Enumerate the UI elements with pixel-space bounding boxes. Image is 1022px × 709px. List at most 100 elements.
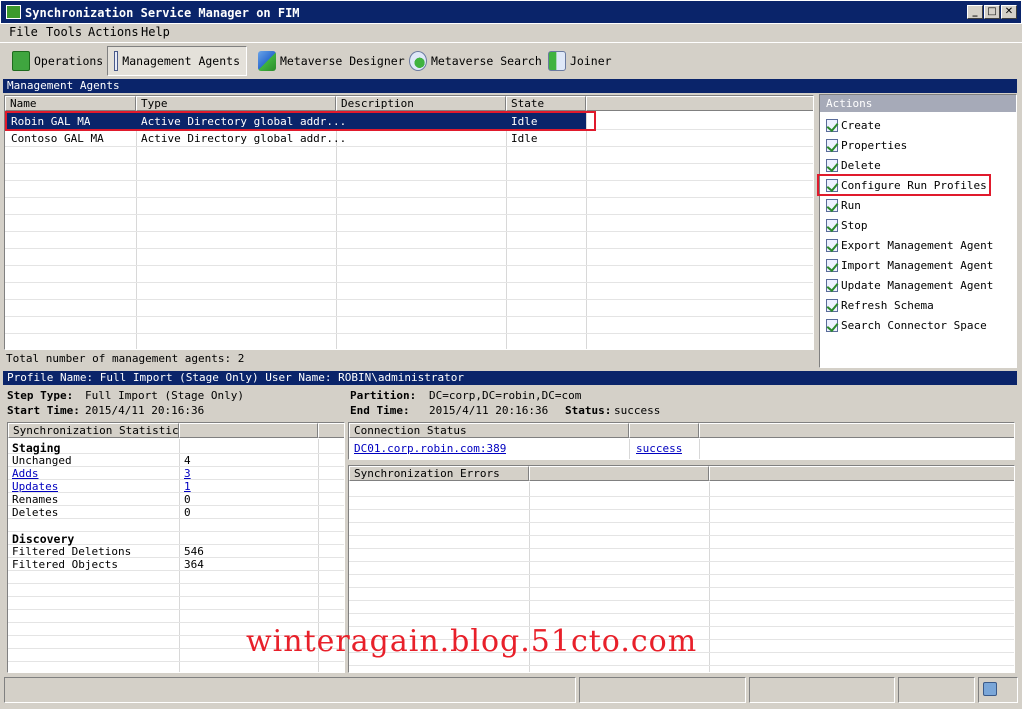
operations-label: Operations bbox=[34, 54, 104, 68]
action-refresh-schema[interactable]: Refresh Schema bbox=[826, 296, 934, 314]
column-header-description[interactable]: Description bbox=[336, 96, 506, 111]
operations-button[interactable]: Operations bbox=[6, 46, 109, 76]
grid-row-line bbox=[349, 522, 1014, 523]
total-agents-label: Total number of management agents: 2 bbox=[6, 352, 245, 365]
action-delete[interactable]: Delete bbox=[826, 156, 881, 174]
action-label: Delete bbox=[841, 158, 881, 172]
connection-status-header: Connection Status bbox=[349, 423, 629, 438]
menu-help[interactable]: Help bbox=[141, 25, 170, 39]
profile-strip: Profile Name: Full Import (Stage Only) U… bbox=[3, 371, 1017, 385]
sync-stats-header-col2 bbox=[179, 423, 318, 438]
section-title: Discovery bbox=[12, 532, 75, 546]
task-check-icon bbox=[826, 138, 838, 152]
column-header-name[interactable]: Name bbox=[5, 96, 136, 111]
task-check-icon bbox=[826, 298, 838, 312]
action-label: Properties bbox=[841, 138, 908, 152]
metaverse-search-button[interactable]: Metaverse Search bbox=[403, 46, 548, 76]
grid-row-line bbox=[8, 583, 344, 584]
stat-value: 4 bbox=[184, 454, 191, 467]
grid-row-line bbox=[349, 535, 1014, 536]
metaverse-designer-button[interactable]: Metaverse Designer bbox=[252, 46, 411, 76]
menu-tools[interactable]: Tools bbox=[46, 25, 82, 39]
action-create[interactable]: Create bbox=[826, 116, 881, 134]
maximize-button[interactable]: □ bbox=[984, 5, 1000, 19]
grid-row-line bbox=[8, 596, 344, 597]
stat-value: 364 bbox=[184, 558, 204, 571]
status-pane-5 bbox=[978, 677, 1018, 703]
grid-line bbox=[179, 439, 180, 672]
grid-row-line bbox=[8, 661, 344, 662]
grid-row-line bbox=[5, 197, 813, 198]
management-agents-grid[interactable]: Name Type Description State Robin GAL MA… bbox=[4, 95, 814, 350]
management-agents-header: Management Agents bbox=[3, 79, 1017, 93]
task-check-icon bbox=[826, 218, 838, 232]
end-time-label: End Time: bbox=[350, 404, 410, 417]
stat-value[interactable]: 1 bbox=[184, 480, 191, 493]
stat-label: Filtered Objects bbox=[12, 558, 118, 571]
grid-row-line bbox=[8, 622, 344, 623]
cell-state: Idle bbox=[511, 132, 538, 145]
sync-stats-header: Synchronization Statistics bbox=[8, 423, 179, 438]
status-pane-3 bbox=[749, 677, 895, 703]
status-label: Status: bbox=[565, 404, 612, 417]
selection-highlight-box bbox=[5, 111, 596, 131]
connection-server-link[interactable]: DC01.corp.robin.com:389 bbox=[354, 442, 506, 455]
action-stop[interactable]: Stop bbox=[826, 216, 868, 234]
section-title: Staging bbox=[12, 441, 61, 455]
actions-panel: Actions Create Properties Delete Configure … bbox=[817, 94, 1017, 368]
column-header-filler bbox=[586, 96, 813, 111]
grid-row-line bbox=[5, 163, 813, 164]
joiner-button[interactable]: Joiner bbox=[542, 46, 618, 76]
status-pane-1 bbox=[4, 677, 576, 703]
joiner-icon bbox=[548, 51, 566, 71]
action-import-management-agent[interactable]: Import Management Agent bbox=[826, 256, 993, 274]
grid-row-line bbox=[5, 333, 813, 334]
partition-value: DC=corp,DC=robin,DC=com bbox=[429, 389, 582, 402]
grid-row-line bbox=[5, 282, 813, 283]
stat-value[interactable]: 3 bbox=[184, 467, 191, 480]
grid-row-line bbox=[349, 665, 1014, 666]
actions-header: Actions bbox=[820, 95, 1016, 112]
operations-icon bbox=[12, 51, 30, 71]
grid-row-line bbox=[349, 574, 1014, 575]
status-pane-2 bbox=[579, 677, 746, 703]
metaverse-search-label: Metaverse Search bbox=[431, 54, 542, 68]
grid-row-line bbox=[5, 265, 813, 266]
action-label: Import Management Agent bbox=[841, 258, 994, 272]
column-header-state[interactable]: State bbox=[506, 96, 586, 111]
close-button[interactable]: ✕ bbox=[1001, 5, 1017, 19]
action-properties[interactable]: Properties bbox=[826, 136, 907, 154]
management-agents-button[interactable]: Management Agents bbox=[107, 46, 247, 76]
menu-actions[interactable]: Actions bbox=[88, 25, 139, 39]
task-check-icon bbox=[826, 198, 838, 212]
action-search-connector-space[interactable]: Search Connector Space bbox=[826, 316, 987, 334]
action-update-management-agent[interactable]: Update Management Agent bbox=[826, 276, 993, 294]
task-check-icon bbox=[826, 318, 838, 332]
highlight-box bbox=[817, 174, 991, 196]
column-header-type[interactable]: Type bbox=[136, 96, 336, 111]
action-run[interactable]: Run bbox=[826, 196, 861, 214]
task-check-icon bbox=[826, 238, 838, 252]
management-agents-label: Management Agents bbox=[122, 54, 240, 68]
connection-status-grid[interactable]: Connection Status DC01.corp.robin.com:38… bbox=[348, 422, 1015, 460]
action-export-management-agent[interactable]: Export Management Agent bbox=[826, 236, 993, 254]
stat-label[interactable]: Updates bbox=[12, 480, 58, 493]
grid-row-line bbox=[5, 146, 813, 147]
partition-label: Partition: bbox=[350, 389, 417, 402]
task-check-icon bbox=[826, 118, 838, 132]
grid-row-line bbox=[349, 509, 1014, 510]
action-label: Run bbox=[841, 198, 861, 212]
minimize-button[interactable]: _ bbox=[967, 5, 983, 19]
grid-row-line bbox=[5, 180, 813, 181]
stat-label[interactable]: Adds bbox=[12, 467, 39, 480]
grid-row-line bbox=[349, 496, 1014, 497]
action-label: Export Management Agent bbox=[841, 238, 994, 252]
menu-file[interactable]: File bbox=[9, 25, 38, 39]
window-title: Synchronization Service Manager on FIM bbox=[25, 6, 300, 20]
stat-value: 0 bbox=[184, 506, 191, 519]
connection-status-link[interactable]: success bbox=[636, 442, 682, 455]
task-check-icon bbox=[826, 158, 838, 172]
action-label: Create bbox=[841, 118, 881, 132]
grid-row-line bbox=[349, 613, 1014, 614]
table-row-contoso-gal-ma[interactable]: Contoso GAL MA Active Directory global a… bbox=[5, 130, 586, 146]
